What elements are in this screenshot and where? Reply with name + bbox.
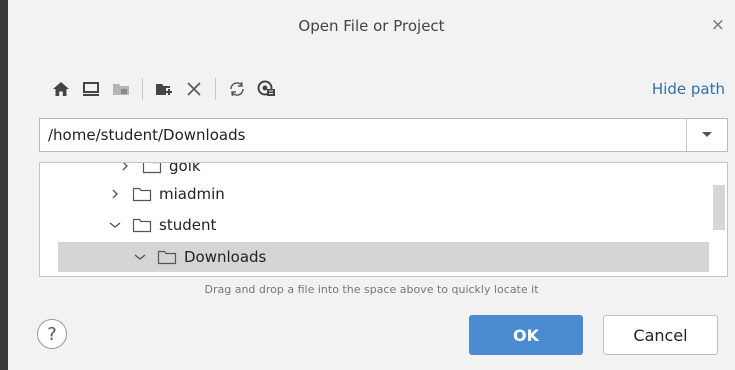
scrollbar-thumb[interactable] bbox=[713, 185, 725, 230]
path-input[interactable] bbox=[40, 119, 687, 151]
hide-path-link[interactable]: Hide path bbox=[652, 80, 725, 98]
path-combobox bbox=[39, 118, 728, 152]
file-tree[interactable]: goik miadmin student Downloads bbox=[39, 162, 728, 277]
chevron-down-icon[interactable] bbox=[108, 218, 122, 232]
ok-button[interactable]: OK bbox=[469, 315, 583, 355]
desktop-icon[interactable] bbox=[78, 76, 104, 102]
open-file-dialog: Open File or Project × Hide path /home/s… bbox=[8, 0, 735, 370]
folder-icon bbox=[157, 249, 177, 265]
path-history-dropdown[interactable] bbox=[686, 119, 727, 151]
folder-icon bbox=[132, 186, 152, 202]
tree-item-label: student bbox=[159, 216, 217, 234]
tree-item-miadmin[interactable]: miadmin bbox=[58, 179, 709, 209]
folder-icon bbox=[132, 217, 152, 233]
chevron-down-icon bbox=[702, 132, 712, 137]
tree-item-student[interactable]: student bbox=[58, 210, 709, 240]
home-icon[interactable] bbox=[48, 76, 74, 102]
project-folder-icon[interactable] bbox=[108, 76, 134, 102]
chevron-right-icon[interactable] bbox=[118, 163, 132, 173]
tree-item-downloads[interactable]: Downloads bbox=[58, 242, 709, 272]
chevron-down-icon[interactable] bbox=[133, 250, 147, 264]
tree-item-label: goik bbox=[169, 162, 201, 175]
tree-item-label: Downloads bbox=[184, 248, 267, 266]
drag-drop-hint: Drag and drop a file into the space abov… bbox=[204, 283, 539, 296]
cancel-button[interactable]: Cancel bbox=[603, 315, 718, 355]
toolbar bbox=[48, 76, 284, 102]
tree-item-label: miadmin bbox=[159, 185, 225, 203]
help-button[interactable]: ? bbox=[37, 319, 67, 349]
delete-icon[interactable] bbox=[181, 76, 207, 102]
window-edge bbox=[0, 0, 8, 370]
show-hidden-icon[interactable] bbox=[254, 76, 280, 102]
close-icon[interactable]: × bbox=[711, 15, 725, 35]
new-folder-icon[interactable] bbox=[151, 76, 177, 102]
toolbar-separator bbox=[215, 78, 216, 100]
chevron-right-icon[interactable] bbox=[108, 187, 122, 201]
tree-scrollbar[interactable] bbox=[713, 163, 727, 276]
folder-icon bbox=[142, 163, 162, 174]
dialog-title: Open File or Project bbox=[298, 17, 445, 35]
toolbar-separator bbox=[142, 78, 143, 100]
refresh-icon[interactable] bbox=[224, 76, 250, 102]
